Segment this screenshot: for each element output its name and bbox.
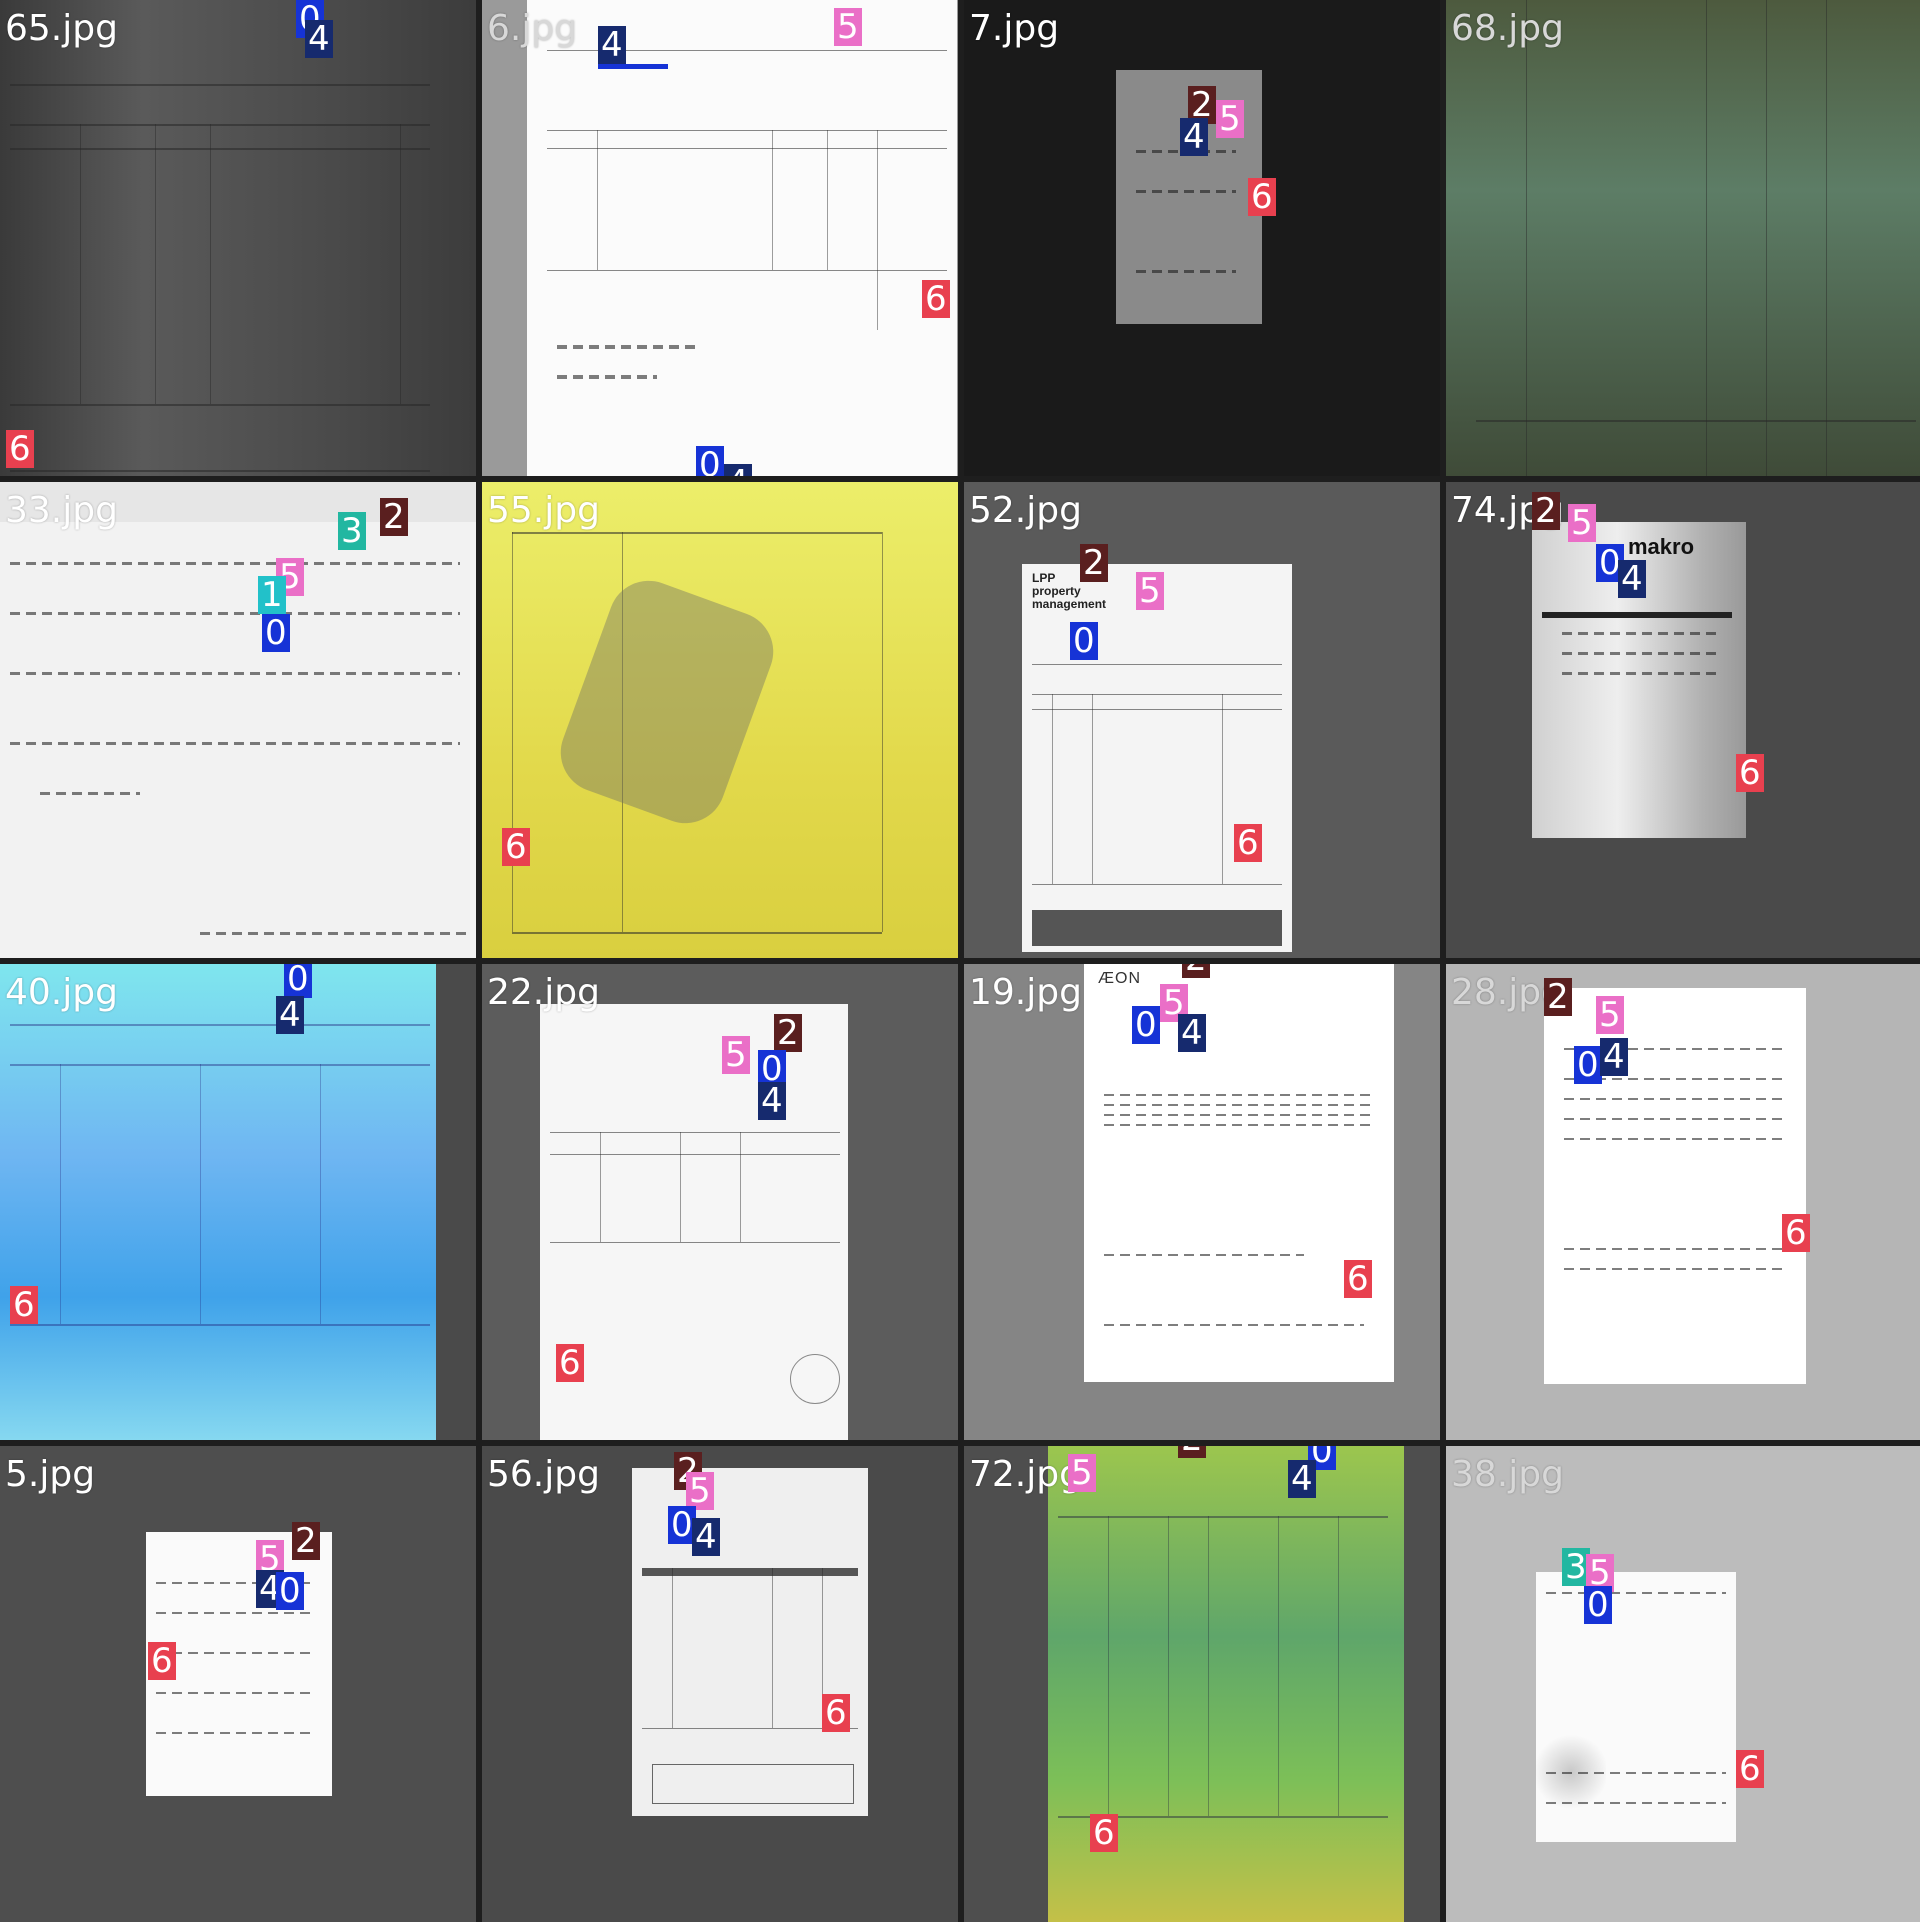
tile-5: 5.jpg 5 2 4 0 6 — [0, 1446, 476, 1922]
tile-6: 6.jpg 5 4 6 0 4 — [482, 0, 958, 476]
tile-filename: 40.jpg — [5, 972, 118, 1013]
tile-40: 40.jpg 0 4 6 — [0, 964, 476, 1440]
label-box-4: 4 — [758, 1082, 786, 1120]
document-image — [482, 482, 958, 958]
label-box-2: 2 — [1178, 1446, 1206, 1458]
label-box-4: 4 — [1600, 1038, 1628, 1076]
brand-logo-aeon: ÆON — [1098, 970, 1141, 987]
label-box-2: 2 — [1080, 544, 1108, 582]
label-box-6: 6 — [1248, 178, 1276, 216]
label-box-0: 0 — [1070, 622, 1098, 660]
label-box-5: 5 — [834, 8, 862, 46]
tile-74: makro 74.jpg 2 5 0 4 6 — [1446, 482, 1920, 958]
label-box-6: 6 — [1234, 824, 1262, 862]
document-image — [1446, 0, 1920, 476]
label-box-5: 5 — [1216, 100, 1244, 138]
tile-56: 56.jpg 2 5 0 4 6 — [482, 1446, 958, 1922]
tile-19: ÆON 19.jpg 2 5 0 4 6 — [964, 964, 1440, 1440]
tile-72: 72.jpg 5 2 0 4 6 — [964, 1446, 1440, 1922]
label-box-6: 6 — [10, 1286, 38, 1324]
tile-33: 33.jpg 3 2 5 1 0 — [0, 482, 476, 958]
tile-filename: 7.jpg — [969, 8, 1060, 49]
label-box-0: 0 — [284, 964, 312, 998]
label-box-2: 2 — [1532, 492, 1560, 530]
label-box-6: 6 — [922, 280, 950, 318]
label-box-1: 1 — [258, 576, 286, 614]
label-box-5: 5 — [1136, 572, 1164, 610]
label-box-5: 5 — [722, 1036, 750, 1074]
label-box-2: 2 — [292, 1522, 320, 1560]
label-box-4: 4 — [305, 20, 333, 58]
label-box-6: 6 — [148, 1642, 176, 1680]
label-underline — [598, 64, 668, 69]
label-box-4: 4 — [276, 996, 304, 1034]
tile-52: LPP property management 52.jpg 2 5 0 6 — [964, 482, 1440, 958]
tile-55: 55.jpg 6 — [482, 482, 958, 958]
label-box-4: 4 — [1618, 560, 1646, 598]
tile-filename: 5.jpg — [5, 1454, 96, 1495]
mosaic-grid: 65.jpg 0 4 6 6.jpg 5 4 6 0 4 7 — [0, 0, 1920, 1922]
label-box-6: 6 — [556, 1344, 584, 1382]
label-box-5: 5 — [1568, 504, 1596, 542]
tile-filename: 33.jpg — [5, 490, 118, 531]
label-box-0: 0 — [1132, 1006, 1160, 1044]
document-image — [527, 0, 957, 476]
tile-filename: 68.jpg — [1451, 8, 1564, 49]
brand-logo-makro: makro — [1628, 534, 1695, 559]
label-box-6: 6 — [1344, 1260, 1372, 1298]
document-image — [1536, 1572, 1736, 1842]
label-box-4: 4 — [724, 464, 752, 476]
tile-filename: 38.jpg — [1451, 1454, 1564, 1495]
label-box-0: 0 — [696, 446, 724, 476]
label-box-6: 6 — [1736, 1750, 1764, 1788]
label-box-5: 5 — [1068, 1454, 1096, 1492]
label-box-2: 2 — [774, 1014, 802, 1052]
tile-28: 28.jpg 2 5 0 4 6 — [1446, 964, 1920, 1440]
document-image: LPP property management — [1022, 564, 1292, 952]
document-image — [0, 964, 436, 1440]
document-image — [0, 0, 476, 476]
document-image: ÆON — [1084, 964, 1394, 1382]
tile-filename: 22.jpg — [487, 972, 600, 1013]
label-box-4: 4 — [1178, 1014, 1206, 1052]
label-box-0: 0 — [1574, 1046, 1602, 1084]
tile-22: 22.jpg 2 5 0 4 6 — [482, 964, 958, 1440]
tile-65: 65.jpg 0 4 6 — [0, 0, 476, 476]
tile-68: 68.jpg — [1446, 0, 1920, 476]
label-box-6: 6 — [1736, 754, 1764, 792]
tile-filename: 65.jpg — [5, 8, 118, 49]
tile-filename: 56.jpg — [487, 1454, 600, 1495]
label-box-6: 6 — [1782, 1214, 1810, 1252]
label-box-2: 2 — [1182, 964, 1210, 978]
tile-filename: 72.jpg — [969, 1454, 1082, 1495]
document-image — [0, 522, 476, 958]
label-box-4: 4 — [1180, 118, 1208, 156]
label-box-0: 0 — [276, 1572, 304, 1610]
tile-7: 7.jpg 2 5 4 6 — [964, 0, 1440, 476]
label-box-6: 6 — [502, 828, 530, 866]
label-box-4: 4 — [598, 26, 626, 64]
label-box-2: 2 — [1544, 978, 1572, 1016]
document-image — [540, 1004, 848, 1440]
tile-filename: 6.jpg — [487, 8, 578, 49]
label-box-0: 0 — [1584, 1586, 1612, 1624]
label-box-4: 4 — [692, 1518, 720, 1556]
label-box-6: 6 — [6, 430, 34, 468]
tile-filename: 52.jpg — [969, 490, 1082, 531]
label-box-6: 6 — [1090, 1814, 1118, 1852]
label-box-6: 6 — [822, 1694, 850, 1732]
tile-38: 38.jpg 3 5 0 6 — [1446, 1446, 1920, 1922]
label-box-2: 2 — [380, 498, 408, 536]
label-box-5: 5 — [1596, 996, 1624, 1034]
label-box-0: 0 — [262, 614, 290, 652]
label-box-3: 3 — [338, 512, 366, 550]
label-box-4: 4 — [1288, 1460, 1316, 1498]
tile-filename: 19.jpg — [969, 972, 1082, 1013]
tile-filename: 55.jpg — [487, 490, 600, 531]
